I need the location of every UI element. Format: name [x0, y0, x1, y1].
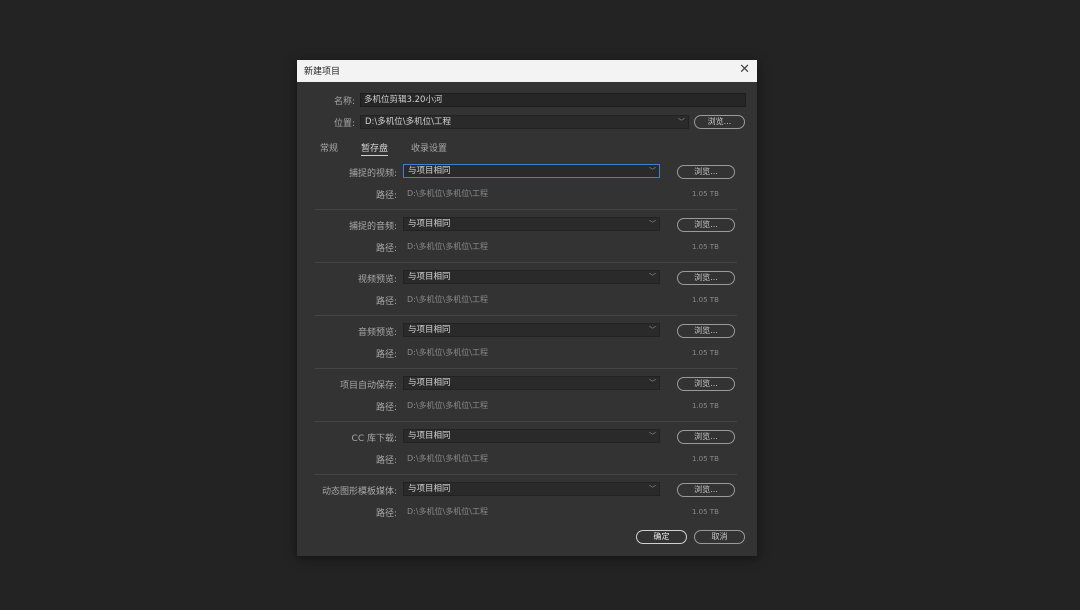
path-label: 路径:	[375, 297, 397, 307]
row-label: 项目自动保存:	[339, 381, 397, 391]
browse-button[interactable]: 浏览...	[677, 324, 735, 338]
path-value: D:\多机位\多机位\工程	[407, 454, 488, 463]
browse-button[interactable]: 浏览...	[677, 271, 735, 285]
row-label: 视频预览:	[357, 275, 397, 285]
divider	[315, 368, 737, 369]
scratch-select[interactable]: 与项目相同 ﹀	[403, 376, 660, 390]
tab-scratch-disks[interactable]: 暂存盘	[361, 141, 389, 156]
scratch-select[interactable]: 与项目相同 ﹀	[403, 323, 660, 337]
new-project-dialog: 新建项目 ✕ 名称: 多机位剪辑3.20小河 位置: D:\多机位\多机位\工程…	[297, 60, 757, 556]
path-value: D:\多机位\多机位\工程	[407, 189, 488, 198]
path-value: D:\多机位\多机位\工程	[407, 295, 488, 304]
scratch-select-value: 与项目相同	[408, 166, 451, 176]
browse-button[interactable]: 浏览...	[677, 430, 735, 444]
browse-button[interactable]: 浏览...	[677, 165, 735, 179]
location-value: D:\多机位\多机位\工程	[365, 117, 452, 127]
location-label: 位置:	[333, 119, 355, 129]
path-value: D:\多机位\多机位\工程	[407, 507, 488, 516]
chevron-down-icon: ﹀	[649, 167, 656, 175]
free-space: 1.05 TB	[692, 296, 719, 304]
tab-general[interactable]: 常规	[320, 141, 338, 154]
divider	[315, 209, 737, 210]
path-value: D:\多机位\多机位\工程	[407, 242, 488, 251]
chevron-down-icon: ﹀	[649, 273, 656, 281]
scratch-select[interactable]: 与项目相同 ﹀	[403, 217, 660, 231]
chevron-down-icon: ﹀	[649, 220, 656, 228]
free-space: 1.05 TB	[692, 508, 719, 516]
cancel-button[interactable]: 取消	[694, 530, 745, 544]
project-name-input[interactable]: 多机位剪辑3.20小河	[360, 93, 746, 107]
free-space: 1.05 TB	[692, 402, 719, 410]
browse-button[interactable]: 浏览...	[677, 218, 735, 232]
free-space: 1.05 TB	[692, 190, 719, 198]
row-label: CC 库下载:	[351, 434, 397, 444]
path-label: 路径:	[375, 350, 397, 360]
location-browse-button[interactable]: 浏览...	[694, 115, 745, 129]
close-icon[interactable]: ✕	[739, 62, 750, 78]
scratch-select[interactable]: 与项目相同 ﹀	[403, 164, 660, 178]
row-label: 捕捉的音频:	[348, 222, 397, 232]
row-label: 音频预览:	[357, 328, 397, 338]
path-label: 路径:	[375, 456, 397, 466]
chevron-down-icon: ﹀	[649, 379, 656, 387]
path-label: 路径:	[375, 244, 397, 254]
free-space: 1.05 TB	[692, 349, 719, 357]
row-label: 动态图形模板媒体:	[321, 487, 397, 497]
scratch-select-value: 与项目相同	[408, 484, 451, 494]
path-label: 路径:	[375, 403, 397, 413]
chevron-down-icon: ﹀	[649, 485, 656, 493]
chevron-down-icon: ﹀	[649, 326, 656, 334]
dialog-titlebar: 新建项目 ✕	[297, 60, 757, 82]
scratch-select[interactable]: 与项目相同 ﹀	[403, 270, 660, 284]
chevron-down-icon: ﹀	[678, 118, 685, 126]
path-value: D:\多机位\多机位\工程	[407, 401, 488, 410]
dialog-title: 新建项目	[304, 67, 341, 77]
free-space: 1.05 TB	[692, 243, 719, 251]
scratch-select-value: 与项目相同	[408, 272, 451, 282]
row-label: 捕捉的视频:	[348, 169, 397, 179]
divider	[315, 262, 737, 263]
free-space: 1.05 TB	[692, 455, 719, 463]
path-label: 路径:	[375, 509, 397, 519]
scratch-select-value: 与项目相同	[408, 325, 451, 335]
divider	[315, 474, 737, 475]
divider	[315, 421, 737, 422]
scratch-select-value: 与项目相同	[408, 431, 451, 441]
location-select[interactable]: D:\多机位\多机位\工程 ﹀	[360, 115, 689, 129]
scratch-select[interactable]: 与项目相同 ﹀	[403, 429, 660, 443]
scratch-select-value: 与项目相同	[408, 378, 451, 388]
path-value: D:\多机位\多机位\工程	[407, 348, 488, 357]
name-label: 名称:	[333, 97, 355, 107]
ok-button[interactable]: 确定	[636, 530, 687, 544]
scratch-select[interactable]: 与项目相同 ﹀	[403, 482, 660, 496]
chevron-down-icon: ﹀	[649, 432, 656, 440]
tab-ingest-settings[interactable]: 收录设置	[411, 141, 447, 154]
browse-button[interactable]: 浏览...	[677, 377, 735, 391]
divider	[315, 315, 737, 316]
scratch-select-value: 与项目相同	[408, 219, 451, 229]
browse-button[interactable]: 浏览...	[677, 483, 735, 497]
path-label: 路径:	[375, 191, 397, 201]
